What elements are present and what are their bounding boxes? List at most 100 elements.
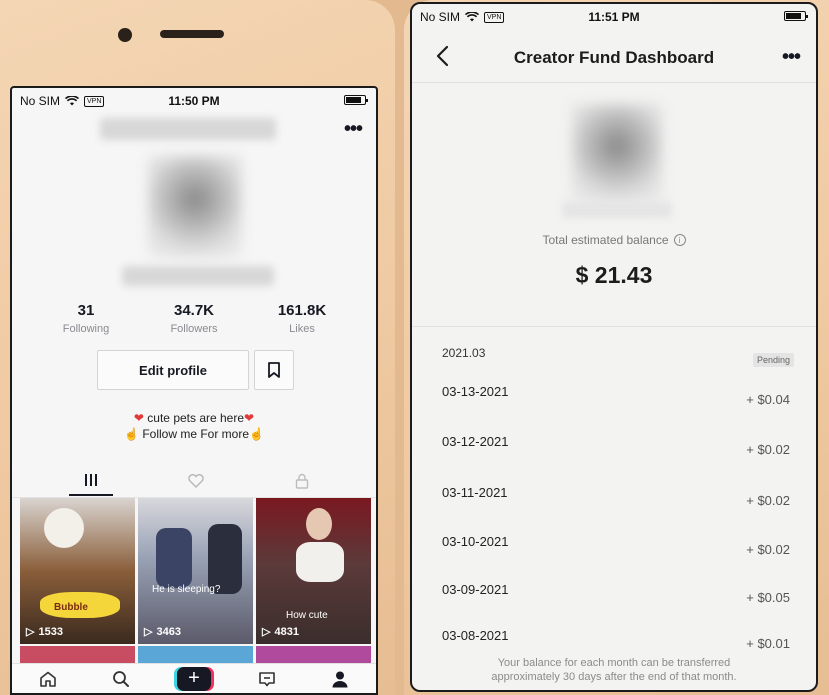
followers-label: Followers [170,323,218,335]
balance-label-row: Total estimated balance i [412,233,816,247]
section-divider [412,326,816,327]
likes-count: 161.8K [277,302,327,319]
bio-line-1: ❤ cute pets are here❤ [12,410,376,426]
front-camera [118,28,132,42]
earning-date: 03-11-2021 [442,485,508,500]
view-count: ▷ 3463 [144,625,181,639]
profile-icon [332,671,348,687]
pending-badge: Pending [752,353,794,367]
status-bar: No SIM VPN 11:50 PM [12,88,376,112]
bio-text-1: cute pets are here [147,411,245,425]
battery-icon [784,11,808,21]
tab-private[interactable] [280,466,324,496]
earning-date: 03-12-2021 [442,434,509,449]
view-count-text: 4831 [274,625,299,638]
pointing-hand-icon: ☝ [124,427,139,441]
grid-icon [85,474,97,486]
view-count-text: 1533 [38,625,63,638]
play-icon: ▷ [26,626,35,638]
play-icon: ▷ [262,626,271,638]
info-icon[interactable]: i [673,234,686,246]
bottom-nav: + [12,663,376,693]
nav-profile[interactable] [323,666,357,692]
nav-create[interactable]: + [176,666,211,692]
page-title: Creator Fund Dashboard [513,48,715,67]
balance-label: Total estimated balance [542,233,669,247]
following-count: 31 [77,302,95,319]
video-thumbnail[interactable]: How cute ▷ 4831 [256,498,371,644]
username-blurred [100,118,276,140]
status-time: 11:51 PM [588,10,640,24]
total-balance: $ 21.43 [575,262,653,288]
heart-emoji-icon: ❤ [133,411,144,425]
profile-screen: No SIM VPN 11:50 PM ••• 31 Following 34.… [10,86,378,695]
earning-amount: + $0.05 [746,590,790,605]
battery-fill [346,97,362,103]
favorites-button[interactable] [254,350,294,390]
profile-stats: 31 Following 34.7K Followers 161.8K Like… [12,302,376,335]
earning-row: 03-11-2021 + $0.02 [442,485,790,508]
earning-row: 03-08-2021 + $0.01 [442,628,790,651]
creator-fund-screen: No SIM VPN 11:51 PM Creator Fund Dashboa… [410,2,818,692]
earning-amount: + $0.02 [746,542,790,557]
more-options-icon[interactable]: ••• [344,119,363,139]
search-icon [113,670,130,687]
video-caption: How cute [286,610,328,621]
tab-liked[interactable] [174,466,218,496]
liked-heart-icon [188,474,204,488]
earning-row: 03-09-2021 + $0.05 [442,582,790,605]
earning-amount: + $0.02 [746,493,790,508]
footnote-line-1: Your balance for each month can be trans… [497,657,731,669]
tab-videos[interactable] [69,466,113,496]
profile-bio: ❤ cute pets are here❤ ☝ Follow me For mo… [12,410,376,442]
earning-row: 03-10-2021 + $0.02 [442,534,790,557]
stat-following[interactable]: 31 Following [51,302,121,335]
name-blurred [562,202,672,218]
left-phone: No SIM VPN 11:50 PM ••• 31 Following 34.… [0,0,395,695]
earning-row: 03-12-2021 + $0.02 [442,434,790,457]
view-count-text: 3463 [156,625,181,638]
video-caption: Bubble [54,602,88,613]
bio-text-2: Follow me For more [142,427,250,441]
heart-emoji-icon: ❤ [244,411,255,425]
dashboard-header: Creator Fund Dashboard ••• [412,34,816,82]
stat-followers[interactable]: 34.7K Followers [159,302,229,335]
earning-amount: + $0.02 [746,442,790,457]
view-count: ▷ 4831 [262,625,299,639]
battery-fill [786,13,802,19]
video-thumbnail[interactable]: Bubble ▷ 1533 [20,498,135,644]
view-count: ▷ 1533 [26,625,63,639]
play-icon: ▷ [144,626,153,638]
earning-date: 03-13-2021 [442,384,509,399]
stat-likes[interactable]: 161.8K Likes [267,302,337,335]
pointing-hand-icon: ☝ [249,427,264,441]
earpiece-speaker [160,30,224,38]
status-time: 11:50 PM [168,94,220,108]
right-phone: No SIM VPN 11:51 PM Creator Fund Dashboa… [404,0,829,695]
video-grid: Bubble ▷ 1533 He is sleeping? ▷ 3463 How c… [20,498,372,668]
edit-profile-button[interactable]: Edit profile [97,350,249,390]
lock-icon [295,473,309,489]
bio-line-2: ☝ Follow me For more☝ [12,426,376,442]
person-shape [156,528,192,588]
create-icon: + [176,666,211,691]
nav-inbox[interactable] [250,666,284,692]
followers-count: 34.7K [173,302,215,319]
nav-discover[interactable] [104,666,138,692]
following-label: Following [62,323,110,335]
earning-amount: + $0.04 [746,392,790,407]
video-caption: He is sleeping? [152,584,221,595]
header-divider [412,82,816,83]
profile-avatar[interactable] [148,156,242,258]
likes-label: Likes [289,323,315,335]
earning-date: 03-08-2021 [442,628,509,643]
nav-home[interactable] [31,666,65,692]
footnote-line-2: approximately 30 days after the end of t… [491,671,737,683]
creator-avatar [572,104,662,204]
profile-tabs [12,462,376,498]
puppies-shape [296,542,344,582]
dog-shape [44,508,84,548]
video-thumbnail[interactable]: He is sleeping? ▷ 3463 [138,498,253,644]
more-options-icon[interactable]: ••• [782,47,801,67]
status-bar: No SIM VPN 11:51 PM [412,4,816,28]
